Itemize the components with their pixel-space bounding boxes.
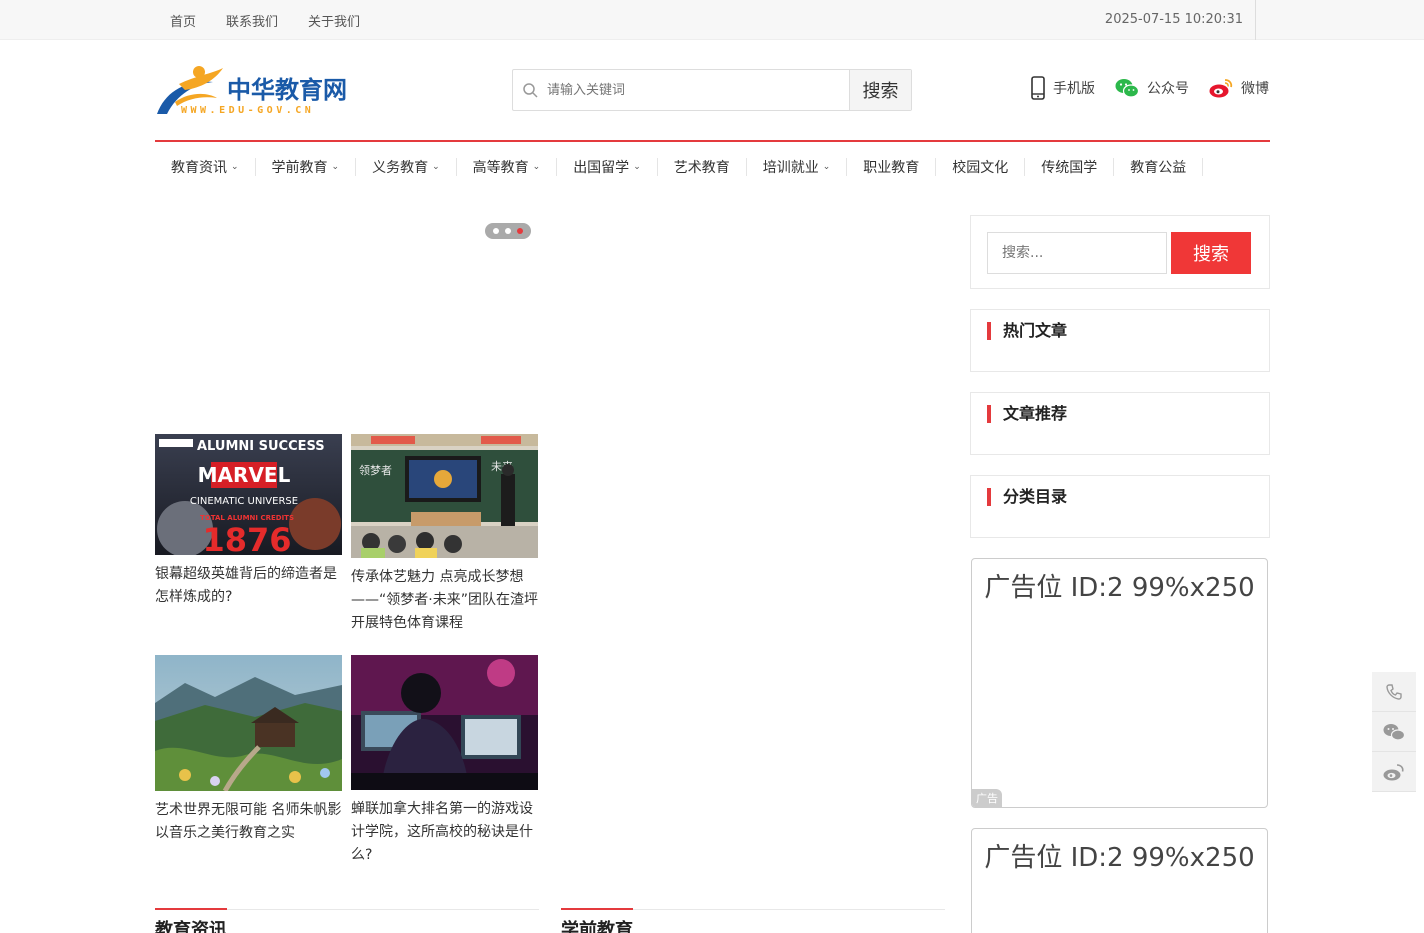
chevron-down-icon: ⌄: [532, 162, 541, 172]
thumb-text: CINEMATIC UNIVERSE: [190, 496, 298, 507]
nav-item-sinology[interactable]: 传统国学: [1025, 158, 1115, 176]
mobile-link[interactable]: 手机版: [1031, 76, 1095, 100]
top-link-home[interactable]: 首页: [170, 11, 196, 30]
sidebar-search-input[interactable]: [987, 232, 1167, 274]
widget-title: 文章推荐: [987, 405, 1067, 423]
article-thumbnail[interactable]: 领梦者 未来: [351, 434, 538, 558]
slider-dot[interactable]: [505, 228, 511, 234]
thumb-text: 领梦者: [359, 464, 392, 477]
chevron-down-icon: ⌄: [231, 162, 239, 172]
weibo-icon: [1209, 79, 1233, 98]
article-title[interactable]: 传承体艺魅力 点亮成长梦想——“领梦者·未来”团队在渣坪开展特色体育课程: [351, 566, 538, 635]
article-card[interactable]: 蝉联加拿大排名第一的游戏设计学院，这所高校的秘诀是什么?: [351, 655, 538, 867]
article-thumbnail[interactable]: [351, 655, 538, 790]
main-nav: 教育资讯 ⌄ 学前教育 ⌄ 义务教育 ⌄ 高等教育 ⌄ 出国留学 ⌄ 艺术教育 培训就业 ⌄…: [155, 140, 1270, 192]
chevron-down-icon: ⌄: [331, 162, 340, 172]
nav-item-training[interactable]: 培训就业 ⌄: [747, 158, 848, 176]
article-card[interactable]: 领梦者 未来 传承体艺魅力 点亮成长梦想——“领梦者·未来”团队在渣坪开展特色体…: [351, 434, 538, 635]
section-header-news: 教育资讯: [155, 908, 539, 933]
nav-label: 培训就业: [762, 160, 819, 176]
slider-pagination: [485, 223, 531, 239]
slider-dot[interactable]: [493, 228, 499, 234]
thumb-text: 1876: [202, 521, 291, 555]
nav-item-news[interactable]: 教育资讯 ⌄: [155, 158, 256, 176]
weibo-link[interactable]: 微博: [1209, 78, 1269, 98]
article-card[interactable]: ALUMNI SUCCESS MARVEL CINEMATIC UNIVERSE…: [155, 434, 342, 609]
nav-item-charity[interactable]: 教育公益: [1114, 158, 1204, 176]
nav-item-vocational[interactable]: 职业教育: [847, 158, 937, 176]
nav-label: 校园文化: [952, 160, 1009, 176]
weibo-label: 微博: [1241, 81, 1269, 97]
mobile-icon: [1031, 76, 1045, 100]
top-links: 首页 联系我们 关于我们: [170, 0, 360, 40]
sidebar-search-button[interactable]: 搜索: [1171, 232, 1251, 274]
slider-dot-active[interactable]: [517, 228, 523, 234]
article-title[interactable]: 银幕超级英雄背后的缔造者是怎样炼成的?: [155, 563, 342, 609]
top-bar: 首页 联系我们 关于我们 2025-07-15 10:20:31: [0, 0, 1424, 40]
nav-label: 学前教育: [271, 160, 328, 176]
nav-item-higher[interactable]: 高等教育 ⌄: [457, 158, 558, 176]
widget-title: 分类目录: [987, 488, 1067, 506]
phone-button[interactable]: [1372, 672, 1416, 712]
logo-text: 中华教育网: [227, 76, 347, 104]
widget-hot-articles: 热门文章: [970, 309, 1270, 372]
top-link-contact[interactable]: 联系我们: [226, 11, 278, 30]
header-search: 搜索: [512, 69, 912, 111]
sidebar-search: 搜索: [970, 215, 1270, 289]
wechat-icon: [1383, 723, 1405, 741]
nav-label: 职业教育: [863, 160, 920, 176]
ad-text: 广告位 ID:2 99%x250: [984, 573, 1255, 603]
search-button[interactable]: 搜索: [849, 70, 911, 110]
ad-slot[interactable]: 广告位 ID:2 99%x250: [971, 828, 1268, 933]
nav-item-campus[interactable]: 校园文化: [936, 158, 1026, 176]
wechat-icon: [1115, 79, 1139, 98]
nav-label: 教育公益: [1130, 160, 1187, 176]
section-header-preschool: 学前教育: [561, 908, 945, 933]
article-title[interactable]: 艺术世界无限可能 名师朱帆影以音乐之美行教育之实: [155, 799, 342, 845]
nav-label: 高等教育: [472, 160, 529, 176]
weibo-button[interactable]: [1372, 752, 1416, 792]
wechat-link[interactable]: 公众号: [1115, 78, 1189, 98]
article-title[interactable]: 蝉联加拿大排名第一的游戏设计学院，这所高校的秘诀是什么?: [351, 798, 538, 867]
wechat-button[interactable]: [1372, 712, 1416, 752]
mobile-label: 手机版: [1053, 81, 1095, 97]
widget-recommended: 文章推荐: [970, 392, 1270, 455]
current-datetime: 2025-07-15 10:20:31: [1105, 0, 1256, 40]
nav-label: 教育资讯: [171, 160, 227, 176]
ad-tag: 广告: [972, 789, 1002, 807]
wechat-label: 公众号: [1147, 81, 1189, 97]
chevron-down-icon: ⌄: [822, 162, 831, 172]
chevron-down-icon: ⌄: [432, 162, 440, 172]
header-links: 手机版 公众号 微博: [1031, 76, 1269, 100]
logo-subtext: WWW.EDU-GOV.CN: [181, 105, 314, 116]
nav-label: 出国留学: [573, 160, 630, 176]
article-card[interactable]: 艺术世界无限可能 名师朱帆影以音乐之美行教育之实: [155, 655, 342, 845]
nav-item-art[interactable]: 艺术教育: [658, 158, 747, 176]
article-thumbnail[interactable]: [155, 655, 342, 791]
article-thumbnail[interactable]: ALUMNI SUCCESS MARVEL CINEMATIC UNIVERSE…: [155, 434, 342, 555]
phone-icon: [1386, 683, 1402, 700]
section-title[interactable]: 学前教育: [561, 908, 633, 933]
thumb-text: ALUMNI SUCCESS: [197, 439, 325, 454]
weibo-icon: [1383, 763, 1404, 780]
ad-slot[interactable]: 广告位 ID:2 99%x250 广告: [971, 558, 1268, 808]
nav-label: 义务教育: [372, 160, 429, 176]
widget-categories: 分类目录: [970, 475, 1270, 538]
search-input[interactable]: [547, 70, 849, 110]
nav-label: 艺术教育: [673, 160, 730, 176]
section-title[interactable]: 教育资讯: [155, 908, 227, 933]
nav-item-compulsory[interactable]: 义务教育 ⌄: [356, 158, 457, 176]
nav-item-preschool[interactable]: 学前教育 ⌄: [256, 158, 357, 176]
floating-toolbar: [1372, 672, 1416, 792]
ad-text: 广告位 ID:2 99%x250: [984, 843, 1255, 873]
top-link-about[interactable]: 关于我们: [308, 11, 360, 30]
search-icon: [513, 70, 547, 110]
widget-title: 热门文章: [987, 322, 1067, 340]
nav-label: 传统国学: [1041, 160, 1098, 176]
logo-graphic: 中华教育网 WWW.EDU-GOV.CN: [157, 66, 347, 116]
thumb-text: MARVEL: [198, 463, 291, 487]
site-logo[interactable]: 中华教育网 WWW.EDU-GOV.CN: [155, 62, 355, 118]
chevron-down-icon: ⌄: [633, 162, 641, 172]
nav-item-abroad[interactable]: 出国留学 ⌄: [557, 158, 658, 176]
